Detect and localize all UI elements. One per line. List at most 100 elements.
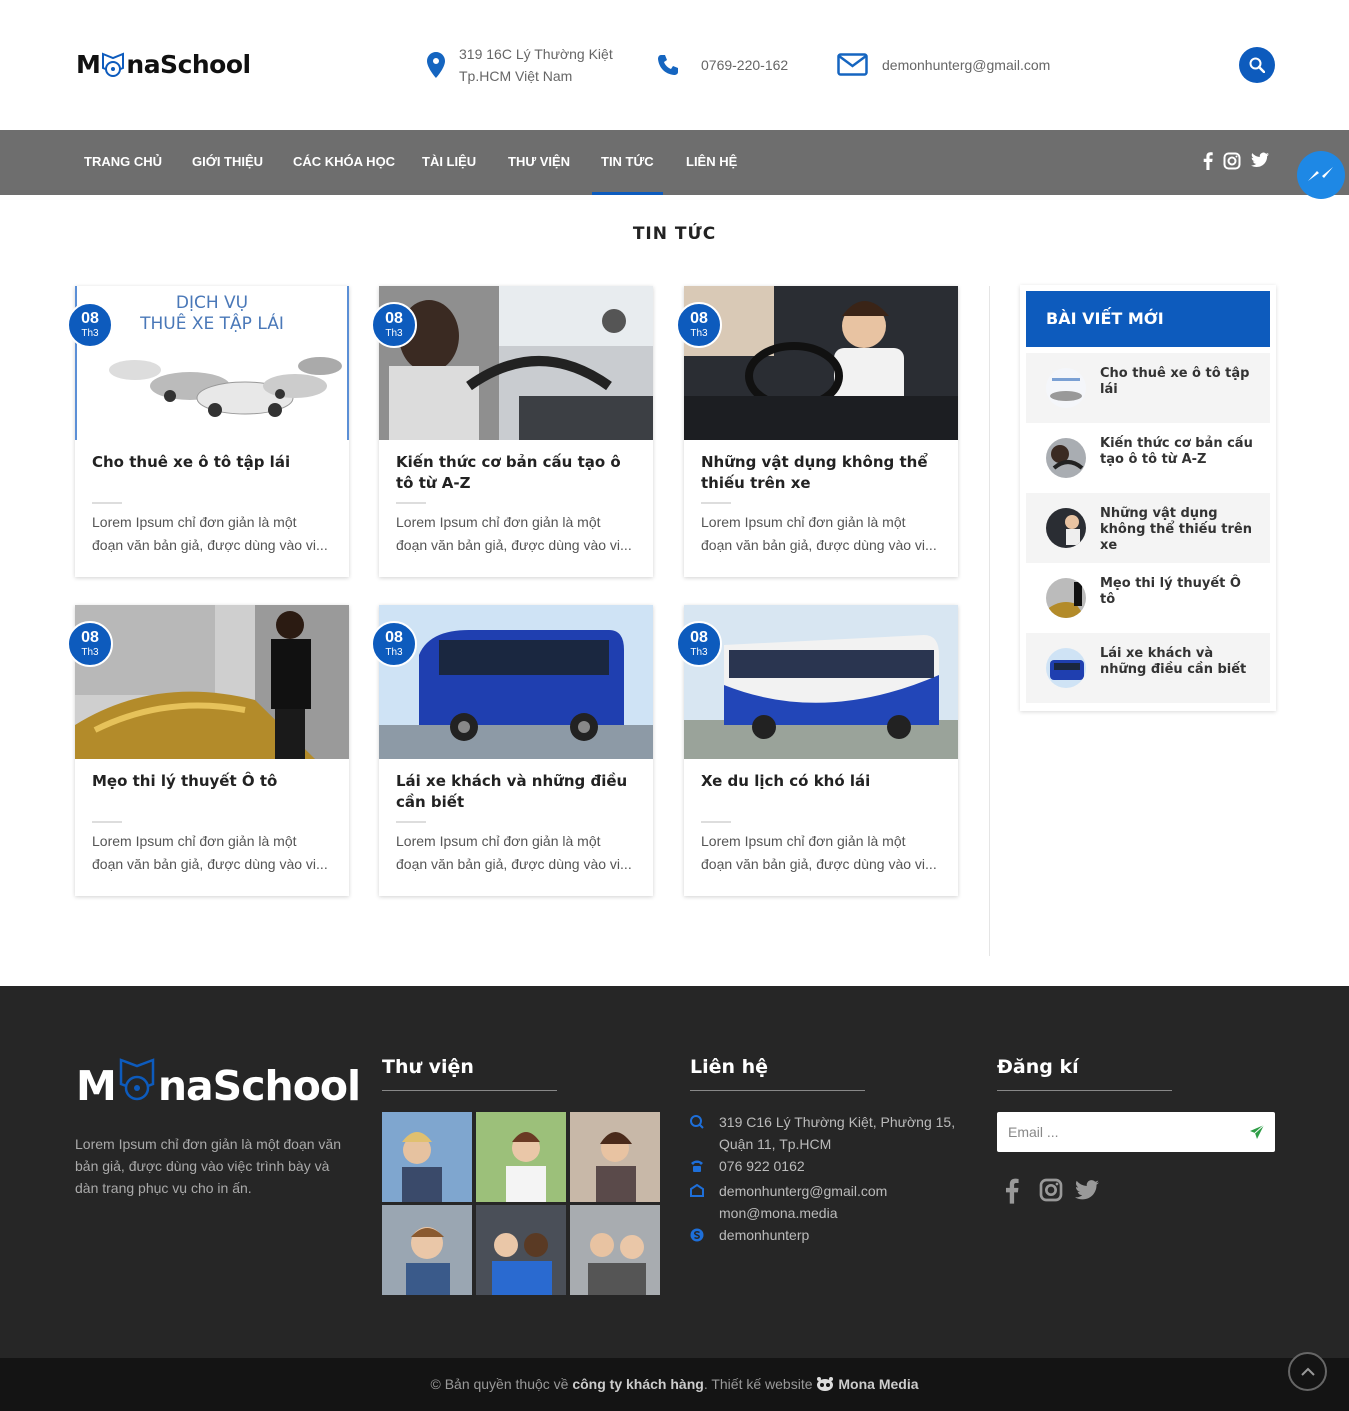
logo-text-start: M: [76, 50, 101, 79]
twitter-icon[interactable]: [1075, 1178, 1099, 1204]
post-title[interactable]: Kiến thức cơ bản cấu tạo ô tô từ A-Z: [396, 452, 641, 494]
subscribe-email-input[interactable]: [997, 1112, 1237, 1152]
post-card[interactable]: 08 Th3 Mẹo thi lý thuyết Ô tô Lorem Ipsu…: [67, 605, 349, 896]
content-divider: [989, 286, 990, 956]
recent-post-item[interactable]: Mẹo thi lý thuyết Ô tô: [1026, 563, 1270, 633]
facebook-icon[interactable]: [1005, 1178, 1019, 1204]
instagram-icon[interactable]: [1223, 152, 1241, 170]
messenger-chat-button[interactable]: [1297, 151, 1345, 199]
footer-email[interactable]: demonhunterg@gmail.com mon@mona.media: [690, 1180, 887, 1224]
widget-title: BÀI VIẾT MỚI: [1026, 291, 1270, 347]
post-separator: [701, 821, 731, 823]
search-icon: [1249, 57, 1265, 73]
phone-icon: [690, 1155, 719, 1177]
map-pin-icon: [690, 1111, 719, 1155]
nav-item-about[interactable]: Giới thiệu: [192, 130, 263, 195]
skype-icon: [690, 1224, 719, 1246]
gallery-image[interactable]: [476, 1205, 566, 1295]
thumb-caption: DỊCH VỤ THUÊ XE TẬP LÁI: [140, 293, 284, 334]
send-icon[interactable]: [1249, 1124, 1265, 1140]
post-title[interactable]: Lái xe khách và những điều cần biết: [396, 771, 641, 813]
nav-item-documents[interactable]: Tài liệu: [422, 130, 476, 195]
nav-item-courses[interactable]: Các khóa học: [293, 130, 395, 195]
logo-book-icon: [118, 1058, 156, 1106]
nav-item-contact[interactable]: Liên hệ: [686, 130, 737, 195]
post-title[interactable]: Mẹo thi lý thuyết Ô tô: [92, 771, 337, 792]
page-title: TIN TỨC: [632, 224, 717, 244]
post-title[interactable]: Xe du lịch có khó lái: [701, 771, 946, 792]
recent-post-title[interactable]: Những vật dụng không thể thiếu trên xe: [1100, 506, 1260, 554]
search-button[interactable]: [1239, 47, 1275, 83]
post-card[interactable]: 08 Th3 Kiến thức cơ bản cấu tạo ô tô từ …: [371, 286, 653, 577]
footer-phone[interactable]: 076 922 0162: [690, 1155, 805, 1177]
nav-item-news[interactable]: Tin tức: [592, 130, 663, 195]
mail-icon: [837, 53, 868, 76]
recent-post-thumb[interactable]: [1046, 648, 1086, 688]
back-to-top-button[interactable]: [1288, 1352, 1327, 1391]
facebook-icon[interactable]: [1203, 152, 1213, 170]
nav-item-home[interactable]: Trang chủ: [84, 130, 162, 195]
footer-logo[interactable]: M naSchool: [76, 1058, 361, 1110]
post-card[interactable]: DỊCH VỤ THUÊ XE TẬP LÁI 08 Th3 Cho thuê …: [67, 286, 349, 577]
footer-address: 319 C16 Lý Thường Kiệt, Phường 15, Quận …: [690, 1111, 955, 1155]
gallery-image[interactable]: [382, 1112, 472, 1202]
post-title[interactable]: Những vật dụng không thể thiếu trên xe: [701, 452, 946, 494]
post-card[interactable]: 08 Th3 Xe du lịch có khó lái Lorem Ipsum…: [676, 605, 958, 896]
post-date-badge: 08 Th3: [676, 302, 722, 348]
header-phone[interactable]: 0769-220-162: [656, 53, 788, 77]
gallery-image[interactable]: [570, 1205, 660, 1295]
post-thumbnail[interactable]: [684, 286, 958, 440]
subscribe-form: [997, 1112, 1275, 1152]
recent-post-item[interactable]: Lái xe khách và những điều cần biết: [1026, 633, 1270, 703]
recent-post-title[interactable]: Mẹo thi lý thuyết Ô tô: [1100, 576, 1260, 608]
post-title[interactable]: Cho thuê xe ô tô tập lái: [92, 452, 337, 473]
instagram-icon[interactable]: [1039, 1178, 1063, 1204]
messenger-icon: [1306, 163, 1336, 187]
gallery-image[interactable]: [570, 1112, 660, 1202]
nav-social-links: [1203, 152, 1279, 170]
recent-post-thumb[interactable]: [1046, 508, 1086, 548]
copyright-brand-link[interactable]: Mona Media: [838, 1376, 918, 1392]
post-thumbnail[interactable]: [379, 286, 653, 440]
footer-title-underline: [997, 1090, 1172, 1091]
recent-post-thumb[interactable]: [1046, 578, 1086, 618]
post-excerpt: Lorem Ipsum chỉ đơn giản là một đoạn văn…: [396, 514, 632, 553]
header-address: 319 16C Lý Thường Kiệt Tp.HCM Việt Nam: [427, 43, 613, 87]
logo-book-icon: [101, 52, 125, 77]
recent-post-item[interactable]: Kiến thức cơ bản cấu tạo ô tô từ A-Z: [1026, 423, 1270, 493]
recent-post-thumb[interactable]: [1046, 438, 1086, 478]
post-thumbnail[interactable]: [684, 605, 958, 759]
footer-social-links: [1005, 1178, 1111, 1204]
recent-post-title[interactable]: Cho thuê xe ô tô tập lái: [1100, 366, 1260, 398]
post-thumbnail[interactable]: [75, 605, 349, 759]
post-separator: [396, 821, 426, 823]
post-card[interactable]: 08 Th3 Lái xe khách và những điều cần bi…: [371, 605, 653, 896]
post-date-badge: 08 Th3: [67, 302, 113, 348]
footer-skype[interactable]: demonhunterp: [690, 1224, 809, 1246]
twitter-icon[interactable]: [1251, 152, 1269, 170]
copyright-company-link[interactable]: công ty khách hàng: [572, 1376, 703, 1392]
post-date-badge: 08 Th3: [676, 621, 722, 667]
recent-post-title[interactable]: Lái xe khách và những điều cần biết: [1100, 646, 1260, 678]
phone-icon: [656, 53, 680, 77]
recent-post-thumb[interactable]: [1046, 368, 1086, 408]
post-card[interactable]: 08 Th3 Những vật dụng không thể thiếu tr…: [676, 286, 958, 577]
site-logo[interactable]: M naSchool: [76, 50, 251, 79]
post-excerpt: Lorem Ipsum chỉ đơn giản là một đoạn văn…: [92, 833, 328, 872]
post-excerpt: Lorem Ipsum chỉ đơn giản là một đoạn văn…: [701, 833, 937, 872]
top-header: M naSchool 319 16C Lý Thường Kiệt Tp.HCM…: [0, 0, 1349, 130]
header-email[interactable]: demonhunterg@gmail.com: [837, 53, 1050, 76]
footer-title-underline: [382, 1090, 557, 1091]
nav-item-library[interactable]: Thư viện: [508, 130, 570, 195]
gallery-image[interactable]: [382, 1205, 472, 1295]
recent-post-item[interactable]: Những vật dụng không thể thiếu trên xe: [1026, 493, 1270, 563]
post-thumbnail[interactable]: [379, 605, 653, 759]
gallery-image[interactable]: [476, 1112, 566, 1202]
address-line-2: Tp.HCM Việt Nam: [459, 68, 573, 84]
recent-post-title[interactable]: Kiến thức cơ bản cấu tạo ô tô từ A-Z: [1100, 436, 1260, 468]
post-separator: [92, 821, 122, 823]
footer-gallery-title: Thư viện: [382, 1056, 474, 1078]
arrow-up-icon: [1300, 1367, 1315, 1376]
mail-icon: [690, 1180, 719, 1224]
recent-post-item[interactable]: Cho thuê xe ô tô tập lái: [1026, 353, 1270, 423]
